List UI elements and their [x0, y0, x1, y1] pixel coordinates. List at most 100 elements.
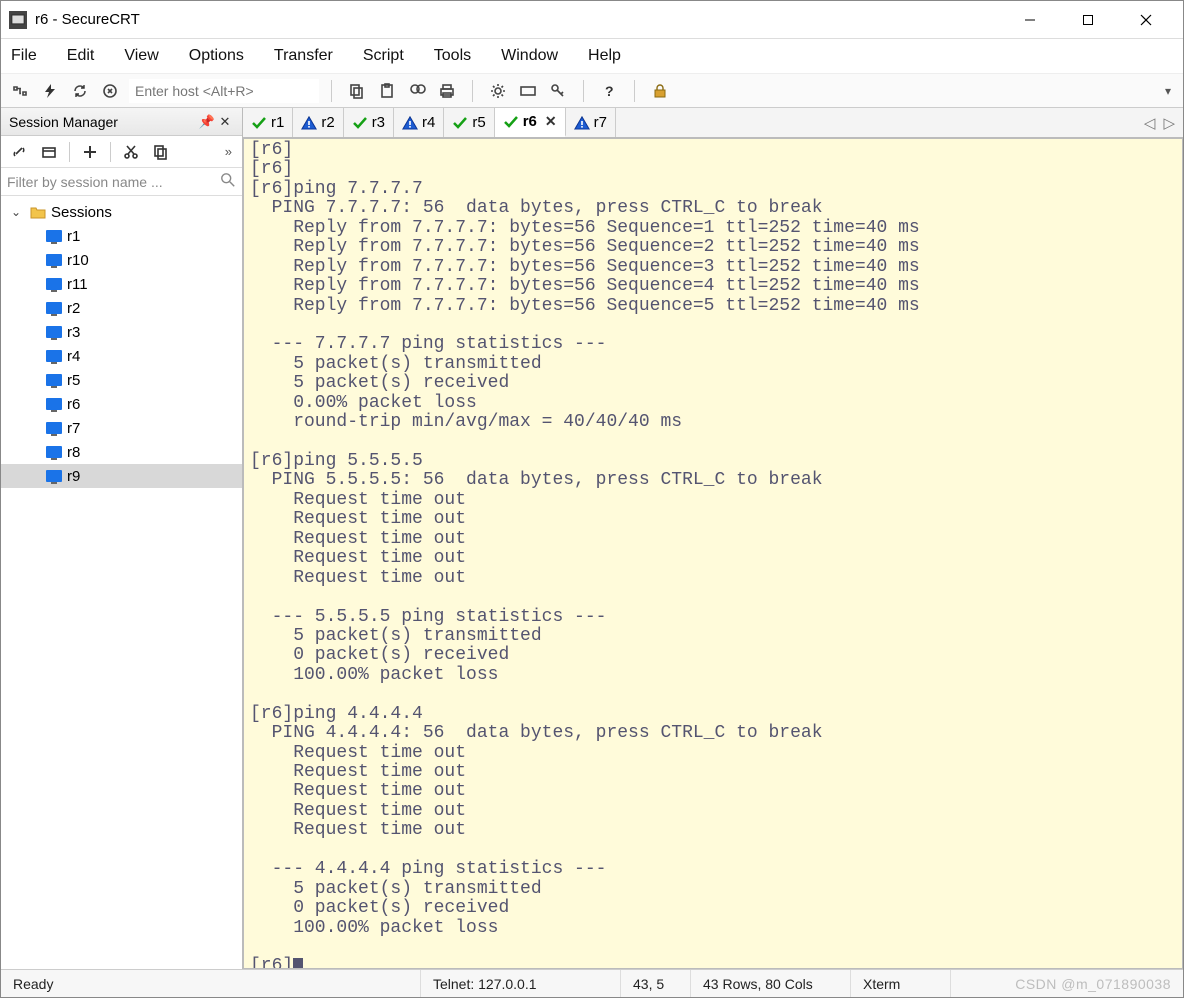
tab-r3[interactable]: r3 — [344, 108, 394, 137]
warning-icon — [574, 115, 590, 131]
status-cursor: 43, 5 — [621, 970, 691, 997]
warning-icon — [301, 115, 317, 131]
session-toolbar-overflow-icon[interactable]: » — [219, 144, 238, 159]
tab-r1[interactable]: r1 — [243, 108, 293, 137]
disconnect-icon[interactable] — [97, 78, 123, 104]
tab-close-icon[interactable]: ✕ — [545, 113, 557, 130]
reconnect-icon[interactable] — [67, 78, 93, 104]
paste-icon[interactable] — [374, 78, 400, 104]
monitor-icon — [45, 325, 63, 339]
tabbar: r1r2r3r4r5 r6 ✕ r7 ◁ ▷ — [243, 108, 1183, 138]
menu-help[interactable]: Help — [588, 47, 621, 65]
session-item-r8[interactable]: r8 — [1, 440, 242, 464]
connect-toolbar-icon[interactable] — [7, 78, 33, 104]
monitor-icon — [45, 349, 63, 363]
lightning-icon[interactable] — [37, 78, 63, 104]
menu-transfer[interactable]: Transfer — [274, 47, 333, 65]
session-item-r3[interactable]: r3 — [1, 320, 242, 344]
maximize-button[interactable] — [1059, 1, 1117, 39]
menu-tools[interactable]: Tools — [434, 47, 471, 65]
monitor-icon — [45, 301, 63, 315]
status-connection: Telnet: 127.0.0.1 — [421, 970, 621, 997]
menu-options[interactable]: Options — [189, 47, 244, 65]
session-item-r2[interactable]: r2 — [1, 296, 242, 320]
session-manager-toolbar: » — [1, 136, 242, 168]
tab-scroll-right-icon[interactable]: ▷ — [1163, 114, 1175, 132]
session-item-label: r5 — [67, 372, 80, 389]
separator — [69, 142, 70, 162]
session-item-label: r7 — [67, 420, 80, 437]
monitor-icon — [45, 277, 63, 291]
status-ready: Ready — [1, 970, 421, 997]
link-icon[interactable] — [5, 139, 33, 165]
session-item-r9[interactable]: r9 — [1, 464, 242, 488]
session-manager-title: Session Manager — [9, 114, 198, 130]
twisty-open-icon[interactable]: ⌄ — [11, 205, 25, 219]
menu-script[interactable]: Script — [363, 47, 404, 65]
session-manager-header: Session Manager 📌 ✕ — [1, 108, 242, 136]
tab-r2[interactable]: r2 — [293, 108, 343, 137]
key-icon[interactable] — [545, 78, 571, 104]
session-item-r4[interactable]: r4 — [1, 344, 242, 368]
tree-root-sessions[interactable]: ⌄ Sessions — [1, 200, 242, 224]
close-panel-icon[interactable]: ✕ — [216, 114, 234, 130]
settings-icon[interactable] — [485, 78, 511, 104]
session-item-r10[interactable]: r10 — [1, 248, 242, 272]
keyboard-icon[interactable] — [515, 78, 541, 104]
print-icon[interactable] — [434, 78, 460, 104]
session-item-r11[interactable]: r11 — [1, 272, 242, 296]
pin-icon[interactable]: 📌 — [198, 114, 216, 130]
status-emulation: Xterm — [851, 970, 951, 997]
terminal-viewport[interactable]: [r6] [r6] [r6]ping 7.7.7.7 PING 7.7.7.7:… — [243, 138, 1183, 969]
tab-r7[interactable]: r7 — [566, 108, 616, 137]
status-size: 43 Rows, 80 Cols — [691, 970, 851, 997]
tab-r6[interactable]: r6 ✕ — [495, 108, 566, 137]
menubar: File Edit View Options Transfer Script Tools Wi… — [1, 39, 1183, 74]
statusbar: Ready Telnet: 127.0.0.1 43, 5 43 Rows, 8… — [1, 969, 1183, 997]
session-filter-input[interactable]: Filter by session name ... — [1, 168, 242, 196]
monitor-icon — [45, 469, 63, 483]
host-input[interactable]: Enter host <Alt+R> — [129, 79, 319, 103]
session-item-label: r8 — [67, 444, 80, 461]
tab-r5[interactable]: r5 — [444, 108, 494, 137]
menu-window[interactable]: Window — [501, 47, 558, 65]
toolbar-separator — [331, 80, 332, 102]
toolbar-separator — [634, 80, 635, 102]
session-item-label: r6 — [67, 396, 80, 413]
copy-session-icon[interactable] — [147, 139, 175, 165]
cut-icon[interactable] — [117, 139, 145, 165]
minimize-button[interactable] — [1001, 1, 1059, 39]
menu-view[interactable]: View — [124, 47, 158, 65]
lock-icon[interactable] — [647, 78, 673, 104]
menu-edit[interactable]: Edit — [67, 47, 95, 65]
monitor-icon — [45, 229, 63, 243]
session-tree[interactable]: ⌄ Sessions r1 r10 r11r2r3r4 r5 r6 r7 r8 r9 — [1, 196, 242, 969]
monitor-icon — [45, 421, 63, 435]
copy-icon[interactable] — [344, 78, 370, 104]
session-item-r1[interactable]: r1 — [1, 224, 242, 248]
tab-label: r6 — [523, 113, 537, 130]
terminal-output: [r6] [r6] [r6]ping 7.7.7.7 PING 7.7.7.7:… — [244, 139, 1182, 969]
toolbar: Enter host <Alt+R> ? ▾ — [1, 74, 1183, 108]
filter-placeholder: Filter by session name ... — [7, 174, 216, 190]
toolbar-overflow-icon[interactable]: ▾ — [1159, 84, 1177, 98]
session-manager-panel: Session Manager 📌 ✕ » Filter by session … — [1, 108, 243, 969]
new-tab-icon[interactable] — [35, 139, 63, 165]
host-placeholder: Enter host <Alt+R> — [135, 83, 254, 99]
session-item-label: r1 — [67, 228, 80, 245]
add-icon[interactable] — [76, 139, 104, 165]
menu-file[interactable]: File — [11, 47, 37, 65]
window-controls — [1001, 1, 1175, 39]
tab-scroll-left-icon[interactable]: ◁ — [1144, 114, 1156, 132]
session-item-label: r10 — [67, 252, 89, 269]
check-icon — [503, 114, 519, 130]
window-title: r6 - SecureCRT — [35, 11, 1001, 28]
session-item-r5[interactable]: r5 — [1, 368, 242, 392]
check-icon — [251, 115, 267, 131]
find-icon[interactable] — [404, 78, 430, 104]
close-button[interactable] — [1117, 1, 1175, 39]
session-item-r7[interactable]: r7 — [1, 416, 242, 440]
session-item-r6[interactable]: r6 — [1, 392, 242, 416]
tab-r4[interactable]: r4 — [394, 108, 444, 137]
help-icon[interactable]: ? — [596, 78, 622, 104]
